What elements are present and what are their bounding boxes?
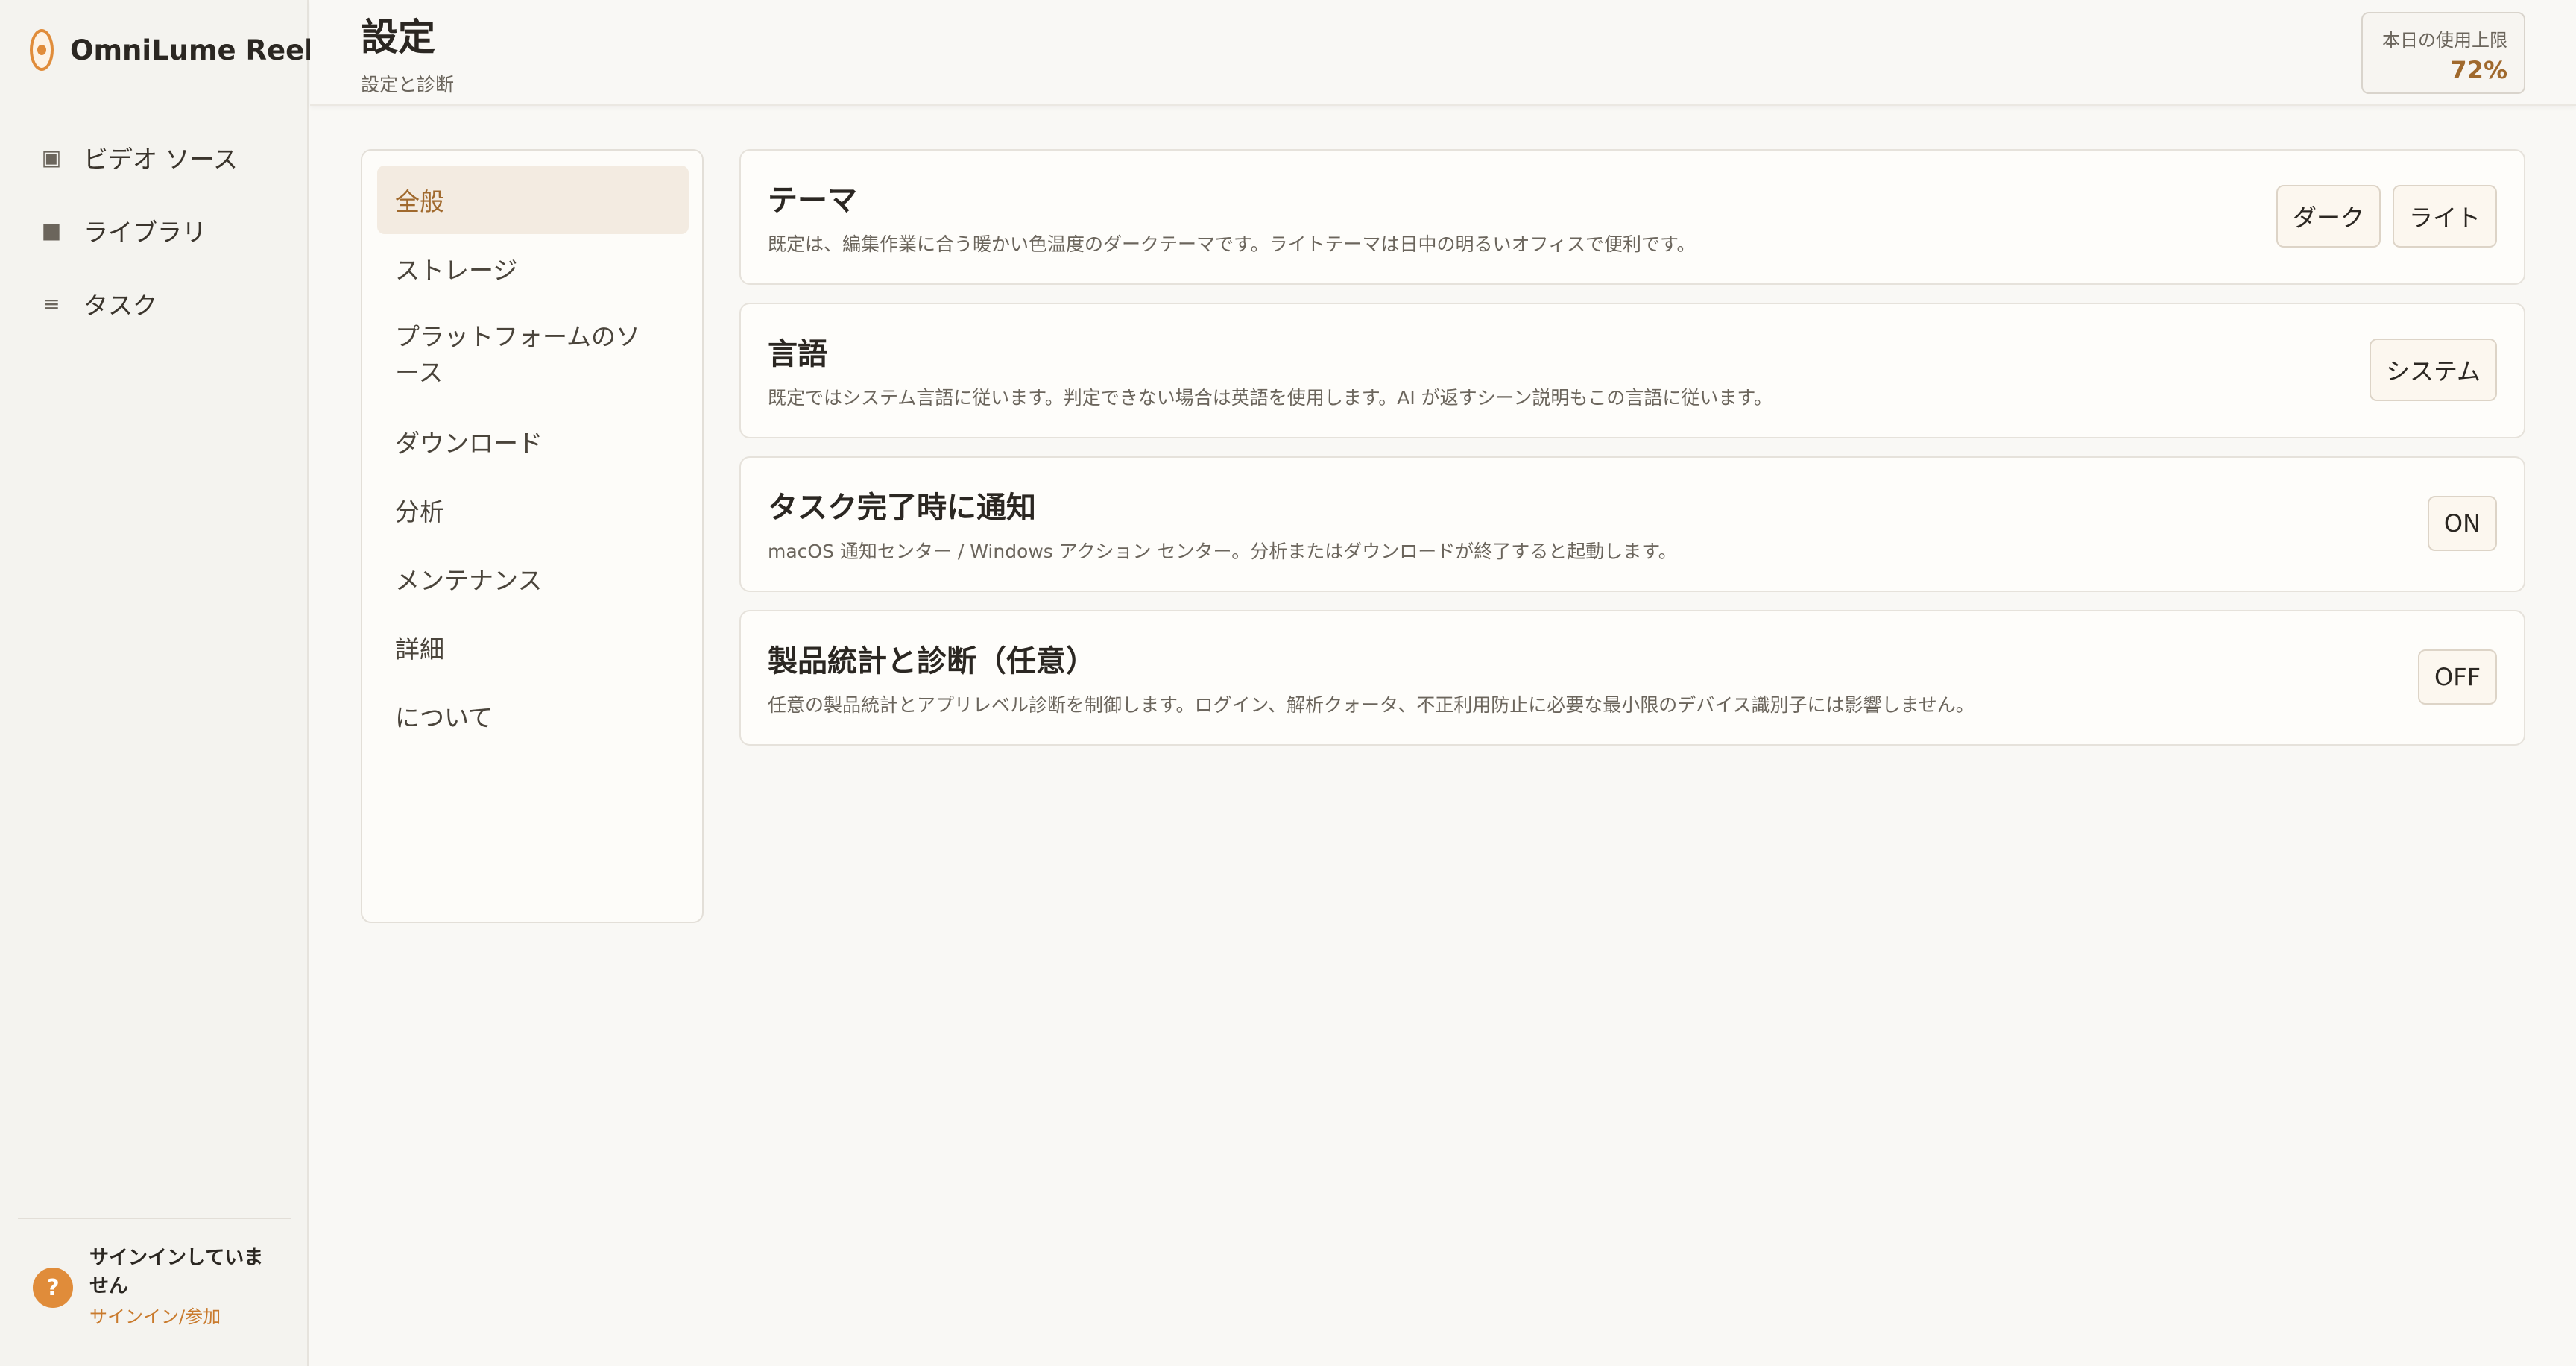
setting-title: テーマ: [768, 183, 857, 218]
setting-title: 言語: [768, 337, 827, 371]
notification-options: ON: [2427, 492, 2497, 551]
category-platform-sources[interactable]: プラットフォームのソース: [377, 304, 689, 406]
settings-category-list: 全般 ストレージ プラットフォームのソース ダウンロード 分析 メンテナンス 詳…: [361, 149, 704, 923]
page-header: 設定 設定と診断 本日の使用上限 72%: [310, 0, 2576, 106]
category-about[interactable]: について: [377, 682, 689, 750]
brand[interactable]: OmniLume Reel: [30, 28, 314, 72]
theme-dark-button[interactable]: ダーク: [2276, 185, 2381, 248]
app-name: OmniLume Reel: [70, 34, 314, 66]
usage-limit-badge: 本日の使用上限 72%: [2361, 12, 2525, 94]
setting-card-notifications: タスク完了時に通知 macOS 通知センター / Windows アクション セ…: [739, 456, 2525, 592]
category-storage[interactable]: ストレージ: [377, 234, 689, 303]
diagnostics-options: OFF: [2418, 646, 2497, 705]
notification-toggle[interactable]: ON: [2427, 496, 2497, 551]
usage-limit-value: 72%: [2450, 56, 2507, 84]
setting-description: 既定は、編集作業に合う暖かい色温度のダークテーマです。ライトテーマは日中の明るい…: [768, 233, 1696, 255]
library-icon: ■: [41, 218, 62, 243]
usage-limit-label: 本日の使用上限: [2382, 30, 2507, 51]
sidebar-item-library[interactable]: ■ ライブラリ: [18, 194, 291, 267]
sidebar-item-video-sources[interactable]: ▣ ビデオ ソース: [18, 121, 291, 194]
setting-description: 任意の製品統計とアプリレベル診断を制御します。ログイン、解析クォータ、不正利用防…: [768, 694, 1974, 716]
theme-options: ダーク ライト: [2276, 185, 2497, 248]
sidebar-item-label: タスク: [83, 291, 157, 320]
setting-description: macOS 通知センター / Windows アクション センター。分析またはダ…: [768, 541, 1677, 562]
tasks-icon: ≡: [42, 291, 60, 316]
diagnostics-toggle[interactable]: OFF: [2418, 649, 2497, 705]
setting-title: タスク完了時に通知: [768, 491, 1036, 525]
setting-card-theme: テーマ 既定は、編集作業に合う暖かい色温度のダークテーマです。ライトテーマは日中…: [739, 149, 2525, 285]
setting-title: 製品統計と診断（任意）: [768, 644, 1096, 679]
sidebar-nav: ▣ ビデオ ソース ■ ライブラリ ≡ タスク: [18, 121, 291, 340]
setting-card-diagnostics: 製品統計と診断（任意） 任意の製品統計とアプリレベル診断を制御します。ログイン、…: [739, 610, 2525, 746]
sidebar-item-tasks[interactable]: ≡ タスク: [18, 267, 291, 340]
logo-icon: [30, 29, 54, 71]
sidebar-item-label: ライブラリ: [83, 218, 206, 247]
sign-in-status: サインインしていません: [89, 1247, 264, 1297]
language-options: システム: [2369, 339, 2497, 401]
avatar[interactable]: ?: [33, 1268, 73, 1308]
sidebar-item-label: ビデオ ソース: [83, 145, 238, 174]
sign-in-link[interactable]: サインイン/参加: [89, 1303, 276, 1330]
page-title: 設定: [361, 16, 435, 59]
theme-light-button[interactable]: ライト: [2392, 185, 2497, 248]
sidebar: OmniLume Reel ▣ ビデオ ソース ■ ライブラリ ≡ タスク ? …: [0, 0, 314, 1366]
user-info: サインインしていません サインイン/参加: [89, 1244, 276, 1330]
category-maintenance[interactable]: メンテナンス: [377, 544, 689, 613]
page-subtitle: 設定と診断: [361, 74, 455, 95]
video-source-icon: ▣: [41, 145, 62, 170]
user-panel: ? サインインしていません サインイン/参加: [33, 1244, 286, 1330]
setting-description: 既定ではシステム言語に従います。判定できない場合は英語を使用します。AI が返す…: [768, 387, 1772, 409]
category-general[interactable]: 全般: [377, 166, 689, 234]
setting-card-language: 言語 既定ではシステム言語に従います。判定できない場合は英語を使用します。AI …: [739, 303, 2525, 438]
category-download[interactable]: ダウンロード: [377, 407, 689, 476]
category-analysis[interactable]: 分析: [377, 476, 689, 544]
category-advanced[interactable]: 詳細: [377, 613, 689, 682]
language-select-button[interactable]: システム: [2369, 339, 2497, 401]
app-window: OmniLume Reel ▣ ビデオ ソース ■ ライブラリ ≡ タスク ? …: [0, 0, 2576, 1366]
sidebar-divider: [18, 1218, 291, 1219]
